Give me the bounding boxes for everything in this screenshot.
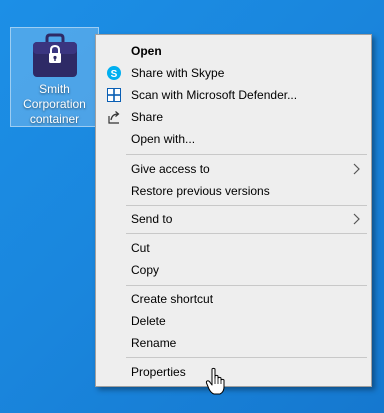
menu-item-label: Share	[131, 110, 164, 124]
svg-text:S: S	[111, 69, 118, 80]
menu-item-label: Open with...	[131, 132, 196, 146]
menu-item-create-shortcut[interactable]: Create shortcut	[98, 288, 369, 310]
defender-shield-icon	[107, 88, 121, 102]
menu-item-cut[interactable]: Cut	[98, 237, 369, 259]
menu-item-restore-previous-versions[interactable]: Restore previous versions	[98, 180, 369, 202]
menu-item-label: Restore previous versions	[131, 184, 270, 198]
menu-item-share-with-skype[interactable]: S Share with Skype	[98, 62, 369, 84]
menu-item-delete[interactable]: Delete	[98, 310, 369, 332]
menu-separator	[126, 357, 367, 358]
menu-separator	[126, 205, 367, 206]
label-line-3: container	[29, 112, 80, 126]
menu-item-label: Create shortcut	[131, 292, 214, 306]
skype-icon: S	[107, 66, 121, 80]
desktop-icon-label: Smith Corporation container	[11, 82, 98, 127]
context-menu: Open S Share with Skype Scan with Micros…	[95, 34, 372, 387]
menu-item-label: Delete	[131, 314, 166, 328]
menu-item-scan-with-defender[interactable]: Scan with Microsoft Defender...	[98, 84, 369, 106]
share-icon	[108, 111, 120, 124]
menu-item-label: Open	[131, 44, 162, 58]
label-line-1: Smith	[39, 82, 70, 96]
menu-item-label: Cut	[131, 241, 150, 255]
menu-item-label: Properties	[131, 365, 186, 379]
hand-pointer-cursor-icon	[205, 367, 225, 395]
menu-item-label: Send to	[131, 212, 173, 226]
menu-item-copy[interactable]: Copy	[98, 259, 369, 281]
desktop-icon-smith-corporation-container[interactable]: Smith Corporation container	[10, 27, 99, 127]
menu-item-label: Give access to	[131, 162, 210, 176]
menu-item-rename[interactable]: Rename	[98, 332, 369, 354]
label-line-2: Corporation	[23, 97, 86, 111]
menu-item-open[interactable]: Open	[98, 40, 369, 62]
chevron-right-icon	[353, 213, 360, 225]
briefcase-icon	[33, 33, 77, 77]
menu-item-label: Rename	[131, 336, 177, 350]
menu-item-give-access-to[interactable]: Give access to	[98, 158, 369, 180]
menu-separator	[126, 285, 367, 286]
menu-item-share[interactable]: Share	[98, 106, 369, 128]
menu-item-open-with[interactable]: Open with...	[98, 128, 369, 150]
menu-item-properties[interactable]: Properties	[98, 361, 369, 383]
menu-item-label: Scan with Microsoft Defender...	[131, 88, 298, 102]
menu-item-label: Share with Skype	[131, 66, 225, 80]
menu-item-label: Copy	[131, 263, 160, 277]
menu-separator	[126, 154, 367, 155]
chevron-right-icon	[353, 163, 360, 175]
menu-item-send-to[interactable]: Send to	[98, 208, 369, 230]
menu-separator	[126, 233, 367, 234]
